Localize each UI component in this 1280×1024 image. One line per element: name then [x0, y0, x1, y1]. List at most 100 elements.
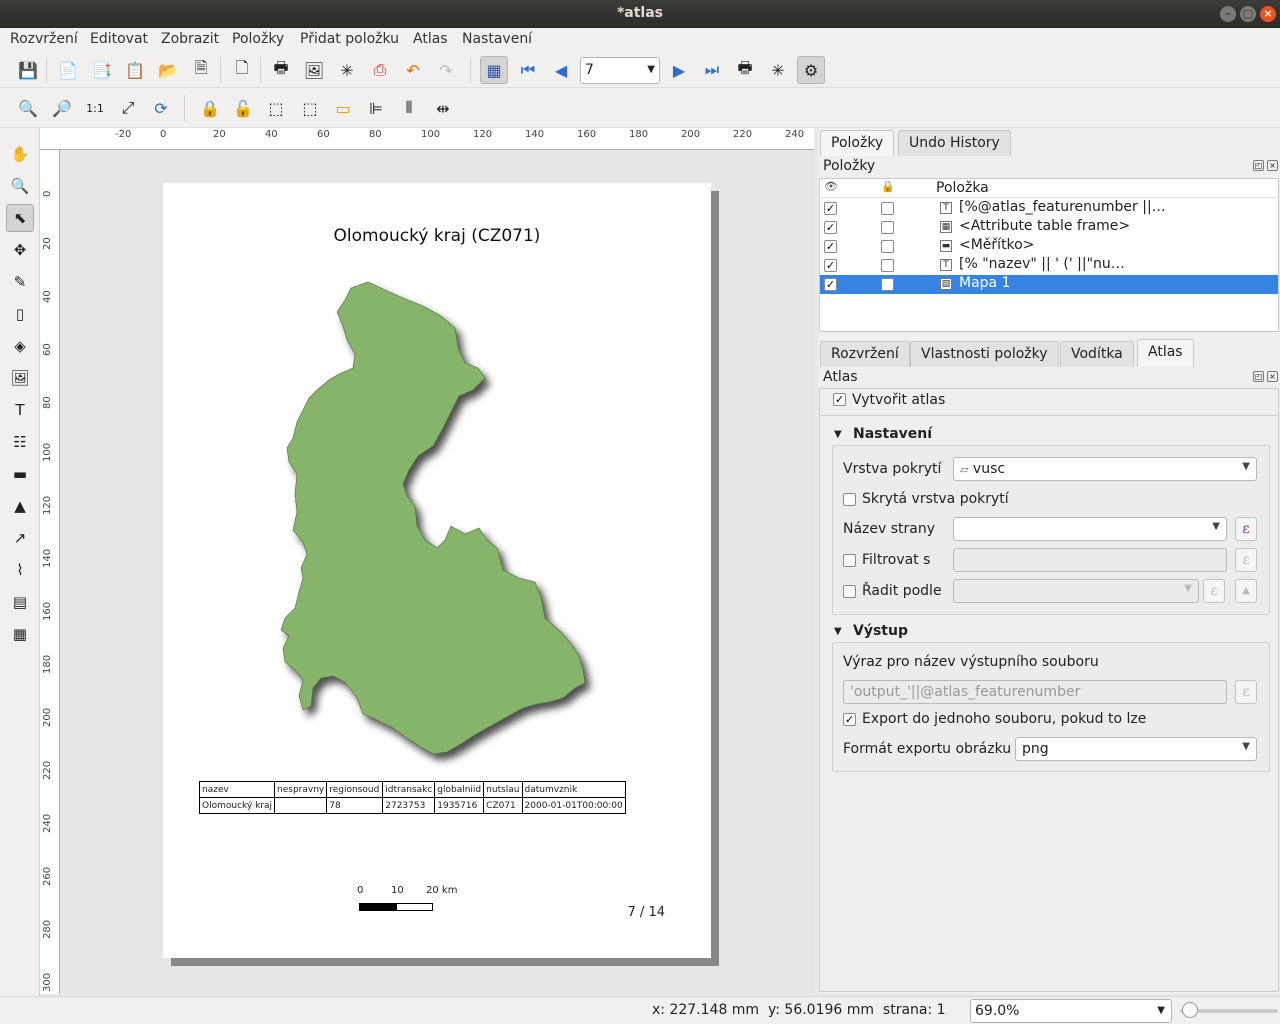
- add-picture-icon[interactable]: 🖼: [6, 364, 34, 392]
- hidden-coverage-checkbox[interactable]: [843, 493, 856, 506]
- menu-rozvrzeni[interactable]: Rozvržení: [10, 31, 78, 47]
- map-title-label[interactable]: Olomoucký kraj (CZ071): [163, 226, 711, 246]
- region-map[interactable]: [273, 278, 603, 778]
- float-panel-icon[interactable]: ◰: [1253, 371, 1264, 382]
- tab-undo-history[interactable]: Undo History: [898, 130, 1011, 156]
- item-visibility-checkbox[interactable]: [824, 202, 837, 215]
- tab-guides[interactable]: Vodítka: [1060, 341, 1134, 367]
- scalebar[interactable]: 0 10 20 km: [353, 885, 457, 915]
- export-atlas-image-icon[interactable]: ✳: [764, 56, 792, 84]
- item-row[interactable]: ▬ <Měřítko>: [820, 237, 1278, 256]
- minimize-button[interactable]: –: [1220, 6, 1236, 22]
- align-left-icon[interactable]: ⊫: [362, 94, 390, 122]
- filter-expression-button[interactable]: ε: [1235, 548, 1257, 572]
- tab-item-properties[interactable]: Vlastnosti položky: [910, 341, 1059, 367]
- export-pdf-icon[interactable]: ⎙: [366, 56, 394, 84]
- item-row[interactable]: T [%@atlas_featurenumber ||…: [820, 199, 1278, 218]
- layout-page[interactable]: Olomoucký kraj (CZ071) nazev nespravny reg…: [163, 183, 711, 958]
- menu-atlas[interactable]: Atlas: [413, 31, 448, 47]
- add-shape-icon[interactable]: ▲: [6, 492, 34, 520]
- collapse-settings-icon[interactable]: ▼: [834, 429, 842, 440]
- save-icon[interactable]: 💾: [14, 56, 42, 84]
- select-move-icon[interactable]: ⬉: [6, 204, 34, 232]
- export-svg-icon[interactable]: ✳: [333, 56, 361, 84]
- layout-canvas[interactable]: Olomoucký kraj (CZ071) nazev nespravny reg…: [60, 150, 814, 994]
- item-lock-checkbox[interactable]: [881, 278, 894, 291]
- item-row[interactable]: ▧ Mapa 1: [820, 275, 1278, 294]
- move-content-icon[interactable]: ✥: [6, 236, 34, 264]
- sort-expression-button[interactable]: ε: [1203, 579, 1225, 603]
- previous-feature-icon[interactable]: ◀: [547, 56, 575, 84]
- open-template-icon[interactable]: 📂: [154, 56, 182, 84]
- zoom-in-icon[interactable]: 🔍: [14, 94, 42, 122]
- page-number-label[interactable]: 7 / 14: [628, 905, 665, 920]
- attribute-table[interactable]: nazev nespravny regionsoud idtransakc global…: [198, 781, 626, 814]
- tab-items[interactable]: Položky: [820, 130, 895, 156]
- distribute-icon[interactable]: ⫴: [395, 94, 423, 122]
- zoom-tool-icon[interactable]: 🔍: [6, 172, 34, 200]
- new-layout-icon[interactable]: 📄: [54, 56, 82, 84]
- add-legend-icon[interactable]: ☷: [6, 428, 34, 456]
- add-html-icon[interactable]: ▤: [6, 588, 34, 616]
- resize-icon[interactable]: ⇹: [429, 94, 457, 122]
- sort-order-up-icon[interactable]: ▲: [1235, 579, 1257, 603]
- add-pages-icon[interactable]: 🗋: [228, 56, 256, 84]
- menu-editovat[interactable]: Editovat: [90, 31, 148, 47]
- filename-expression-input[interactable]: 'output_'||@atlas_featurenumber: [843, 680, 1227, 704]
- add-node-item-icon[interactable]: ⌇: [6, 556, 34, 584]
- float-panel-icon[interactable]: ◰: [1253, 160, 1264, 171]
- refresh-icon[interactable]: ⟳: [147, 94, 175, 122]
- maximize-button[interactable]: □: [1240, 6, 1256, 22]
- menu-nastaveni[interactable]: Nastavení: [462, 31, 532, 47]
- item-visibility-checkbox[interactable]: [824, 278, 837, 291]
- export-image-icon[interactable]: 🖼: [300, 56, 328, 84]
- generate-atlas-checkbox[interactable]: [833, 393, 846, 406]
- edit-nodes-icon[interactable]: ✎: [6, 268, 34, 296]
- add-label-icon[interactable]: T: [6, 396, 34, 424]
- item-row[interactable]: ▦ <Attribute table frame>: [820, 218, 1278, 237]
- item-visibility-checkbox[interactable]: [824, 240, 837, 253]
- coverage-layer-combo[interactable]: ▱ vusc ▼: [953, 457, 1257, 481]
- item-visibility-checkbox[interactable]: [824, 259, 837, 272]
- menu-pridat-polozku[interactable]: Přidat položku: [300, 31, 399, 47]
- atlas-page-combo[interactable]: 7 ▼: [580, 57, 660, 84]
- filename-expression-button[interactable]: ε: [1235, 680, 1257, 704]
- item-lock-checkbox[interactable]: [881, 202, 894, 215]
- image-format-combo[interactable]: png ▼: [1015, 737, 1257, 761]
- add-attribute-table-icon[interactable]: ▦: [6, 620, 34, 648]
- undo-icon[interactable]: ↶: [399, 56, 427, 84]
- zoom-actual-icon[interactable]: 1:1: [81, 94, 109, 122]
- pan-icon[interactable]: ✋: [6, 140, 34, 168]
- settings-group-title[interactable]: Nastavení: [853, 426, 932, 442]
- raise-items-icon[interactable]: ▭: [329, 94, 357, 122]
- atlas-settings-icon[interactable]: ⚙: [797, 56, 825, 84]
- group-items-icon[interactable]: ⬚: [262, 94, 290, 122]
- next-feature-icon[interactable]: ▶: [665, 56, 693, 84]
- zoom-slider-handle[interactable]: [1182, 1002, 1198, 1018]
- close-button[interactable]: ×: [1260, 6, 1276, 22]
- zoom-combo[interactable]: 69.0% ▼: [970, 999, 1172, 1023]
- collapse-output-icon[interactable]: ▼: [834, 626, 842, 637]
- unlock-items-icon[interactable]: 🔓: [229, 94, 257, 122]
- item-lock-checkbox[interactable]: [881, 240, 894, 253]
- sort-field-combo[interactable]: ▼: [953, 579, 1199, 603]
- add-page-icon[interactable]: ▯: [6, 300, 34, 328]
- item-lock-checkbox[interactable]: [881, 221, 894, 234]
- first-feature-icon[interactable]: ⏮: [514, 56, 542, 84]
- zoom-full-icon[interactable]: ⤢: [114, 94, 142, 122]
- zoom-out-icon[interactable]: 🔎: [48, 94, 76, 122]
- print-icon[interactable]: 🖶: [267, 56, 295, 84]
- layout-manager-icon[interactable]: 📋: [121, 56, 149, 84]
- lock-items-icon[interactable]: 🔒: [196, 94, 224, 122]
- close-panel-icon[interactable]: ×: [1267, 160, 1278, 171]
- save-template-icon[interactable]: 🗎: [187, 56, 215, 84]
- atlas-preview-icon[interactable]: ▦: [480, 56, 508, 84]
- output-group-title[interactable]: Výstup: [853, 623, 908, 639]
- item-lock-checkbox[interactable]: [881, 259, 894, 272]
- tab-atlas[interactable]: Atlas: [1137, 339, 1194, 367]
- menu-polozky[interactable]: Položky: [232, 31, 284, 47]
- add-3d-map-icon[interactable]: ◈: [6, 332, 34, 360]
- item-visibility-checkbox[interactable]: [824, 221, 837, 234]
- redo-icon[interactable]: ↷: [432, 56, 460, 84]
- page-name-combo[interactable]: ▼: [953, 517, 1227, 541]
